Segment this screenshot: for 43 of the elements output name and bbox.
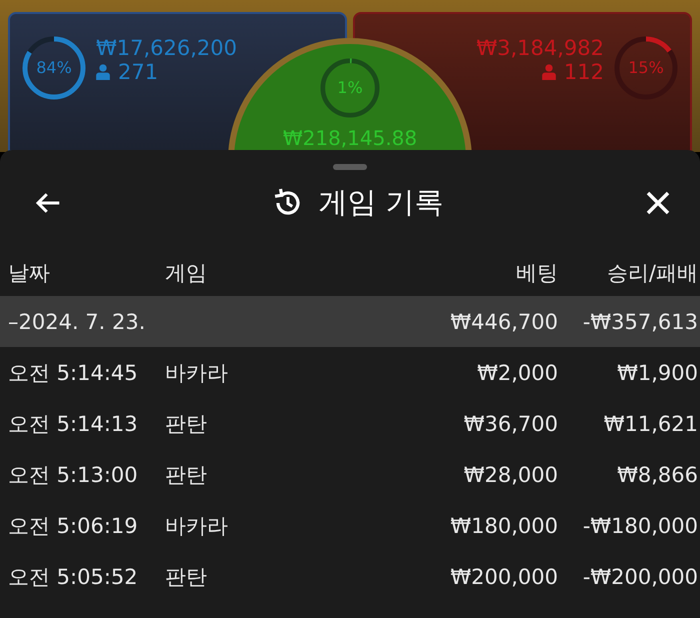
table-cell-text: ₩2,000 (476, 360, 558, 384)
player-count: 112 (564, 60, 604, 84)
table-cell-text: ₩8,866 (616, 462, 698, 486)
table-cell-text: 오전 5:14:13 (8, 410, 139, 438)
table-cell-text: ₩1,900 (616, 360, 698, 384)
share-percent: 1% (336, 78, 364, 98)
dialog-title: 게임 기록 (318, 184, 444, 221)
bet-amount: ₩218,145.88 (282, 126, 418, 150)
table-cell-text: 오전 5:13:00 (8, 462, 139, 488)
table-cell-text: 판탄 (165, 410, 208, 438)
total-bet: ₩446,700 (449, 310, 558, 334)
date-row[interactable]: –2024. 7. 23. ₩446,700 -₩357,613 (0, 296, 700, 347)
table-cell-text: 바카라 (165, 360, 229, 386)
bet-amount: ₩3,184,982 (476, 36, 604, 60)
progress-ring (614, 36, 678, 100)
bet-amount: ₩17,626,200 (96, 36, 238, 60)
share-percent: 84% (35, 58, 73, 78)
table-cell-text: 판탄 (165, 564, 208, 590)
table-cell-text: -₩200,000 (582, 564, 698, 588)
table-cell-text: ₩11,621 (602, 412, 698, 436)
table-cell-text: ₩180,000 (449, 514, 558, 538)
person-icon (96, 64, 110, 80)
drag-handle[interactable] (333, 164, 367, 170)
progress-ring (320, 58, 380, 118)
column-header: 베팅 (515, 260, 558, 287)
table-cell-text: 오전 5:06:19 (8, 512, 139, 540)
person-icon (542, 64, 556, 80)
table-cell-text: 바카라 (165, 512, 229, 540)
table-cell-text: ₩36,700 (462, 412, 558, 436)
table-cell-text: 오전 5:05:52 (8, 564, 139, 590)
column-header: 날짜 (8, 260, 51, 287)
column-header: 게임 (165, 260, 208, 287)
table-cell-text: ₩28,000 (462, 462, 558, 486)
date-cell-text: –2024. 7. 23. (8, 310, 146, 334)
share-percent: 15% (627, 58, 665, 78)
player-count: 271 (118, 60, 158, 84)
progress-ring (22, 36, 86, 100)
total-result: -₩357,613 (582, 310, 698, 334)
column-header: 승리/패배 (606, 260, 698, 287)
table-cell-text: 오전 5:14:45 (8, 360, 139, 386)
table-cell-text: -₩180,000 (582, 514, 698, 538)
table-cell-text: ₩200,000 (449, 564, 558, 588)
table-cell-text: 판탄 (165, 462, 208, 488)
